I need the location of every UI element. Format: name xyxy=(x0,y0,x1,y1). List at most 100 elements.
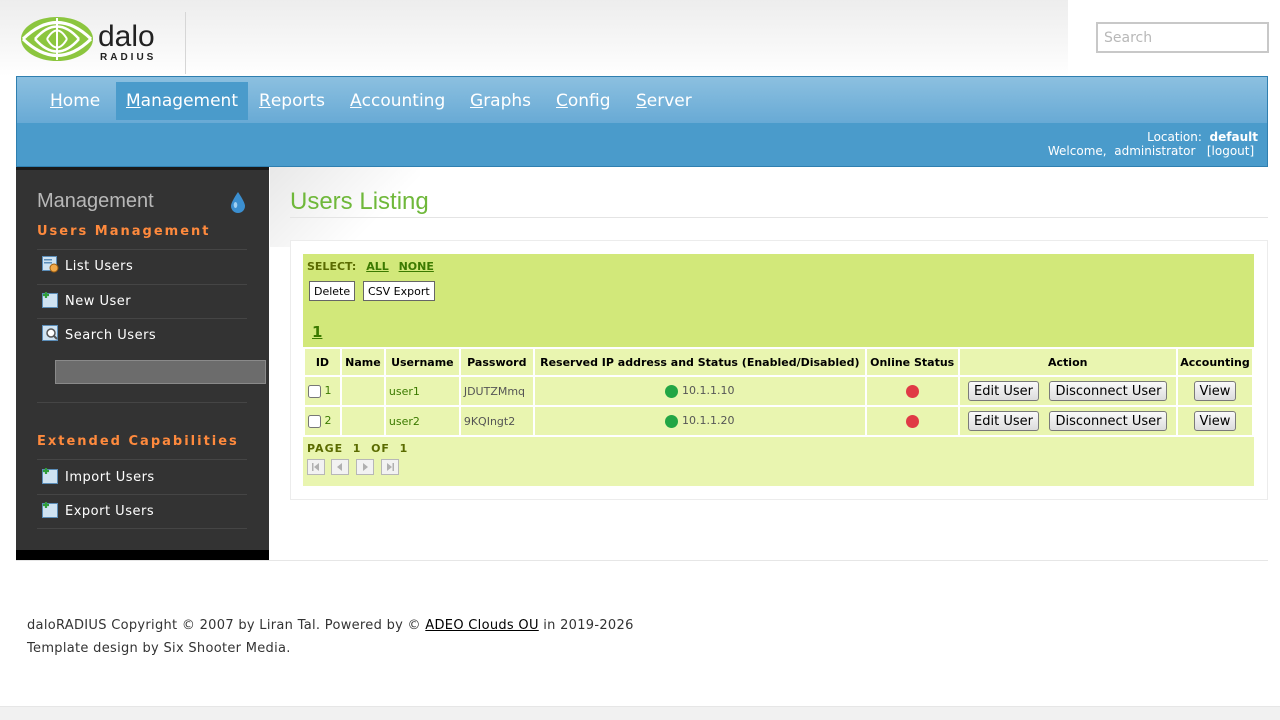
sidebar-item-label: List Users xyxy=(65,259,134,274)
csv-export-button[interactable]: CSV Export xyxy=(363,281,435,301)
nav-accounting[interactable]: Accounting xyxy=(340,82,455,120)
offline-status-icon xyxy=(905,414,919,428)
cell-ip: 10.1.1.20 xyxy=(532,405,867,437)
table-header-row: ID Name Username Password Reserved IP ad… xyxy=(303,347,1255,377)
divider xyxy=(37,494,247,495)
row-checkbox[interactable] xyxy=(308,414,321,428)
select-none-link[interactable]: NONE xyxy=(399,260,434,273)
last-page-icon xyxy=(387,463,394,471)
nav-reports-label: eports xyxy=(270,91,325,111)
location-value: default xyxy=(1209,130,1258,144)
search-input[interactable] xyxy=(1096,22,1269,53)
nav-server[interactable]: Server xyxy=(626,82,702,120)
divider xyxy=(37,318,247,319)
svg-text:RADIUS: RADIUS xyxy=(100,52,156,63)
prev-page-button[interactable] xyxy=(331,459,349,475)
nav-graphs-label: raphs xyxy=(483,91,532,111)
bottom-band xyxy=(0,706,1280,720)
section-extended-capabilities: Extended Capabilities xyxy=(37,434,239,449)
page-number-link[interactable]: 1 xyxy=(312,323,322,341)
table-row: 2 user2 9KQIngt2 10.1.1.20 Edit User Dis… xyxy=(303,405,1255,437)
nav-graphs[interactable]: Graphs xyxy=(460,82,541,120)
copyright-text: daloRADIUS Copyright © 2007 by Liran Tal… xyxy=(27,618,421,633)
cell-online xyxy=(864,405,960,437)
cell-action: Edit User Disconnect User xyxy=(957,375,1178,407)
last-page-button[interactable] xyxy=(381,459,399,475)
sidebar-top-border xyxy=(16,167,269,170)
nav-reports[interactable]: Reports xyxy=(249,82,335,120)
nav-accounting-accesskey: A xyxy=(350,91,362,111)
nav-management[interactable]: Management xyxy=(116,82,248,120)
nav-config[interactable]: Config xyxy=(546,82,621,120)
new-user-icon xyxy=(42,292,58,308)
template-credit: Template design by Six Shooter Media. xyxy=(27,641,291,656)
welcome-label: Welcome, xyxy=(1047,144,1107,158)
logo-icon: dalo RADIUS xyxy=(21,17,156,63)
logout-link[interactable]: [logout] xyxy=(1207,144,1254,158)
sidebar-bottom-border xyxy=(16,550,269,560)
col-username[interactable]: Username xyxy=(383,347,461,377)
ip-address: 10.1.1.10 xyxy=(682,384,735,398)
section-users-management: Users Management xyxy=(37,224,211,239)
user-id: 2 xyxy=(324,414,332,428)
current-user: administrator xyxy=(1114,144,1196,158)
nav-config-accesskey: C xyxy=(556,91,568,111)
nav-home[interactable]: Home xyxy=(40,82,110,120)
footer-divider xyxy=(16,560,1268,561)
edit-user-button[interactable]: Edit User xyxy=(968,411,1039,431)
nav-server-accesskey: S xyxy=(636,91,647,111)
next-page-button[interactable] xyxy=(356,459,374,475)
row-checkbox[interactable] xyxy=(308,384,321,398)
disconnect-user-button[interactable]: Disconnect User xyxy=(1049,411,1168,431)
export-users-icon xyxy=(42,502,58,518)
search-users-icon xyxy=(42,325,58,341)
nav-accounting-label: ccounting xyxy=(361,91,446,111)
footer: daloRADIUS Copyright © 2007 by Liran Tal… xyxy=(27,614,634,660)
offline-status-icon xyxy=(905,384,919,398)
col-reserved-ip[interactable]: Reserved IP address and Status (Enabled/… xyxy=(532,347,867,377)
cell-username: user1 xyxy=(383,375,461,407)
username-link[interactable]: user1 xyxy=(389,385,420,398)
enabled-status-icon xyxy=(665,414,679,428)
divider xyxy=(37,284,247,285)
sidebar-search-input[interactable] xyxy=(55,360,266,384)
import-users-icon xyxy=(42,468,58,484)
select-all-link[interactable]: ALL xyxy=(366,260,389,273)
col-action: Action xyxy=(957,347,1178,377)
col-password[interactable]: Password xyxy=(458,347,535,377)
nav-home-accesskey: H xyxy=(50,91,63,111)
pager-text: PAGE 1 OF 1 xyxy=(307,442,409,455)
first-page-icon xyxy=(312,463,319,471)
delete-button[interactable]: Delete xyxy=(309,281,356,301)
nav-graphs-accesskey: G xyxy=(470,91,484,111)
location-info: Location: default Welcome, administrator… xyxy=(1048,130,1258,158)
nav-config-label: onfig xyxy=(567,91,611,111)
edit-user-button[interactable]: Edit User xyxy=(968,381,1039,401)
water-drop-icon xyxy=(231,192,245,213)
select-label: SELECT: xyxy=(307,260,357,273)
disconnect-user-button[interactable]: Disconnect User xyxy=(1049,381,1168,401)
cell-action: Edit User Disconnect User xyxy=(957,405,1178,437)
col-id[interactable]: ID xyxy=(303,347,342,377)
logo[interactable]: dalo RADIUS xyxy=(20,14,170,64)
view-accounting-button[interactable]: View xyxy=(1193,381,1237,401)
nav-bar: Home Management Reports Accounting Graph… xyxy=(17,77,1267,123)
nav-server-label: erver xyxy=(646,91,692,111)
main-nav: Home Management Reports Accounting Graph… xyxy=(16,76,1268,167)
col-name[interactable]: Name xyxy=(339,347,386,377)
cell-id: 2 xyxy=(303,405,342,437)
cell-name xyxy=(339,405,386,437)
table-row: 1 user1 JDUTZMmq 10.1.1.10 Edit User Dis… xyxy=(303,375,1255,407)
first-page-button[interactable] xyxy=(307,459,325,475)
copyright-years: in 2019-2026 xyxy=(543,618,634,633)
view-accounting-button[interactable]: View xyxy=(1193,411,1237,431)
enabled-status-icon xyxy=(665,384,679,398)
sidebar: Management Users Management List Users N… xyxy=(16,167,269,560)
adeo-clouds-link[interactable]: ADEO Clouds OU xyxy=(425,618,538,633)
sidebar-title: Management xyxy=(37,190,154,212)
sidebar-item-label: Export Users xyxy=(65,504,155,519)
divider xyxy=(37,459,247,460)
col-online-status[interactable]: Online Status xyxy=(864,347,960,377)
nav-home-label: ome xyxy=(62,91,101,111)
username-link[interactable]: user2 xyxy=(389,415,420,428)
